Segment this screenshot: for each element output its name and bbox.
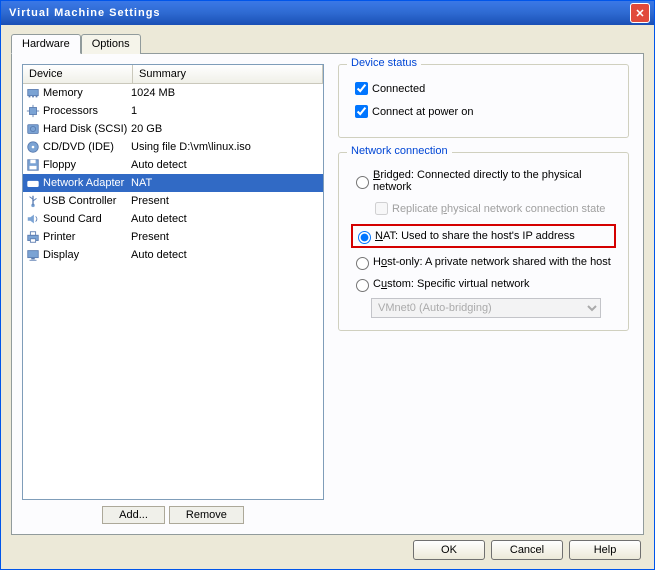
- header-summary[interactable]: Summary: [133, 65, 323, 83]
- dialog-buttons: OK Cancel Help: [413, 540, 641, 560]
- hostonly-row[interactable]: Host-only: A private network shared with…: [351, 254, 616, 270]
- device-name: Display: [43, 249, 79, 261]
- connected-checkbox[interactable]: [355, 82, 368, 95]
- status-title: Device status: [347, 57, 421, 69]
- printer-icon: [25, 229, 41, 245]
- hdd-icon: [25, 121, 41, 137]
- cd-icon: [25, 139, 41, 155]
- device-name: Network Adapter: [43, 177, 124, 189]
- nat-label: NAT: Used to share the host's IP address: [375, 230, 575, 242]
- hostonly-radio[interactable]: [356, 257, 369, 270]
- device-summary: Using file D:\vm\linux.iso: [131, 141, 321, 153]
- device-summary: Present: [131, 231, 321, 243]
- add-button[interactable]: Add...: [102, 506, 165, 524]
- panel-buttons: Add... Remove: [22, 506, 324, 524]
- device-row[interactable]: Hard Disk (SCSI) 20 GB: [23, 120, 323, 138]
- nat-radio[interactable]: [358, 231, 371, 244]
- nat-row[interactable]: NAT: Used to share the host's IP address: [353, 228, 614, 244]
- content-area: Hardware Options Device Summary Memory 1…: [1, 25, 654, 543]
- close-icon: ✕: [635, 7, 644, 20]
- device-summary: Present: [131, 195, 321, 207]
- device-panel: Device Summary Memory 1024 MB Processors…: [22, 64, 324, 524]
- device-summary: NAT: [131, 177, 321, 189]
- device-row[interactable]: Network Adapter NAT: [23, 174, 323, 192]
- connect-power-checkbox[interactable]: [355, 105, 368, 118]
- detail-panel: Device status Connected Connect at power…: [334, 64, 633, 524]
- cancel-button[interactable]: Cancel: [491, 540, 563, 560]
- device-name: Processors: [43, 105, 98, 117]
- device-row[interactable]: CD/DVD (IDE) Using file D:\vm\linux.iso: [23, 138, 323, 156]
- connect-power-row[interactable]: Connect at power on: [351, 102, 616, 121]
- usb-icon: [25, 193, 41, 209]
- replicate-checkbox: [375, 202, 388, 215]
- device-row[interactable]: USB Controller Present: [23, 192, 323, 210]
- sound-icon: [25, 211, 41, 227]
- tab-options[interactable]: Options: [81, 34, 141, 54]
- floppy-icon: [25, 157, 41, 173]
- device-name: CD/DVD (IDE): [43, 141, 114, 153]
- device-name: Sound Card: [43, 213, 102, 225]
- network-title: Network connection: [347, 145, 452, 157]
- device-summary: 1024 MB: [131, 87, 321, 99]
- bridged-row[interactable]: Bridged: Connected directly to the physi…: [351, 169, 616, 193]
- vmnet-dropdown: VMnet0 (Auto-bridging): [371, 298, 601, 318]
- device-name: Floppy: [43, 159, 76, 171]
- connected-label: Connected: [372, 83, 425, 95]
- custom-radio[interactable]: [356, 279, 369, 292]
- connect-power-label: Connect at power on: [372, 106, 474, 118]
- help-button[interactable]: Help: [569, 540, 641, 560]
- network-connection-group: Network connection Bridged: Connected di…: [338, 152, 629, 331]
- device-status-group: Device status Connected Connect at power…: [338, 64, 629, 138]
- device-name: Hard Disk (SCSI): [43, 123, 127, 135]
- window-title: Virtual Machine Settings: [5, 7, 630, 19]
- ok-button[interactable]: OK: [413, 540, 485, 560]
- device-name: USB Controller: [43, 195, 116, 207]
- device-list: Device Summary Memory 1024 MB Processors…: [22, 64, 324, 500]
- device-row[interactable]: Processors 1: [23, 102, 323, 120]
- connected-row[interactable]: Connected: [351, 79, 616, 98]
- device-summary: 1: [131, 105, 321, 117]
- device-row[interactable]: Printer Present: [23, 228, 323, 246]
- list-header: Device Summary: [23, 65, 323, 84]
- device-summary: Auto detect: [131, 213, 321, 225]
- display-icon: [25, 247, 41, 263]
- vmnet-select: VMnet0 (Auto-bridging): [371, 298, 601, 318]
- custom-row[interactable]: Custom: Specific virtual network: [351, 276, 616, 292]
- tab-hardware[interactable]: Hardware: [11, 34, 81, 54]
- net-icon: [25, 175, 41, 191]
- replicate-label: Replicate physical network connection st…: [392, 203, 605, 215]
- device-name: Printer: [43, 231, 75, 243]
- bridged-radio[interactable]: [356, 176, 369, 189]
- bridged-label: Bridged: Connected directly to the physi…: [373, 169, 616, 193]
- tab-strip: Hardware Options: [11, 34, 644, 54]
- device-row[interactable]: Floppy Auto detect: [23, 156, 323, 174]
- device-row[interactable]: Memory 1024 MB: [23, 84, 323, 102]
- cpu-icon: [25, 103, 41, 119]
- device-name: Memory: [43, 87, 83, 99]
- device-summary: 20 GB: [131, 123, 321, 135]
- memory-icon: [25, 85, 41, 101]
- device-row[interactable]: Display Auto detect: [23, 246, 323, 264]
- nat-highlight: NAT: Used to share the host's IP address: [351, 224, 616, 248]
- hostonly-label: Host-only: A private network shared with…: [373, 256, 611, 268]
- close-button[interactable]: ✕: [630, 3, 650, 23]
- remove-button[interactable]: Remove: [169, 506, 244, 524]
- header-device[interactable]: Device: [23, 65, 133, 83]
- replicate-row: Replicate physical network connection st…: [371, 199, 616, 218]
- custom-label: Custom: Specific virtual network: [373, 278, 530, 290]
- device-summary: Auto detect: [131, 159, 321, 171]
- tab-panel: Device Summary Memory 1024 MB Processors…: [11, 53, 644, 535]
- device-summary: Auto detect: [131, 249, 321, 261]
- device-row[interactable]: Sound Card Auto detect: [23, 210, 323, 228]
- settings-window: Virtual Machine Settings ✕ Hardware Opti…: [0, 0, 655, 570]
- titlebar[interactable]: Virtual Machine Settings ✕: [1, 1, 654, 25]
